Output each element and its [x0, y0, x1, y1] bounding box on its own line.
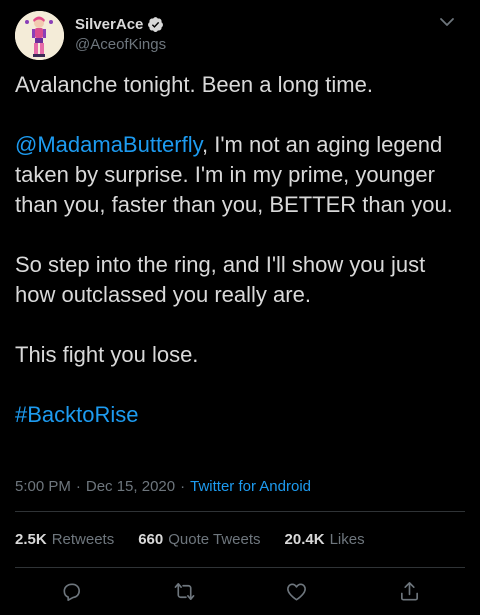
tweet-source[interactable]: Twitter for Android — [190, 478, 311, 495]
tweet-line-1: Avalanche tonight. Been a long time. — [15, 72, 373, 97]
quote-tweets-count: 660 — [138, 530, 164, 548]
tweet-stats: 2.5K Retweets 660 Quote Tweets 20.4K Lik… — [15, 528, 389, 550]
likes-count: 20.4K — [284, 530, 325, 548]
verified-badge-icon — [147, 16, 164, 33]
mention-link[interactable]: @MadamaButterfly — [15, 132, 202, 157]
tweet-paragraph-4: This fight you lose. — [15, 342, 199, 367]
hashtag-link[interactable]: #BacktoRise — [15, 402, 139, 427]
user-handle[interactable]: @AceofKings — [75, 36, 166, 53]
retweet-icon — [174, 582, 194, 600]
reply-button[interactable] — [53, 573, 89, 609]
chevron-down-icon[interactable] — [437, 12, 457, 32]
quote-tweets-stat[interactable]: 660 Quote Tweets — [138, 531, 260, 548]
tweet-paragraph-3: So step into the ring, and I'll show you… — [15, 252, 426, 307]
retweets-count: 2.5K — [15, 530, 47, 548]
tweet-card: SilverAce @AceofKings Avalanche tonight.… — [0, 0, 480, 615]
meta-separator: · — [75, 477, 81, 495]
retweets-stat[interactable]: 2.5K Retweets — [15, 531, 114, 548]
like-icon — [286, 582, 306, 600]
divider — [15, 567, 465, 568]
tweet-date[interactable]: Dec 15, 2020 — [86, 478, 175, 495]
retweets-label: Retweets — [51, 530, 115, 548]
tweet-actions — [0, 573, 480, 609]
meta-separator: · — [180, 477, 186, 495]
share-button[interactable] — [391, 573, 427, 609]
divider — [15, 511, 465, 512]
avatar-image — [15, 11, 64, 60]
retweet-button[interactable] — [166, 573, 202, 609]
author-name-row[interactable]: SilverAce — [75, 14, 164, 34]
display-name[interactable]: SilverAce — [75, 16, 143, 33]
likes-label: Likes — [329, 530, 365, 548]
reply-icon — [62, 582, 80, 601]
quote-tweets-label: Quote Tweets — [168, 530, 261, 548]
share-icon — [400, 581, 418, 600]
like-button[interactable] — [278, 573, 314, 609]
tweet-time[interactable]: 5:00 PM — [15, 478, 71, 495]
avatar[interactable] — [15, 11, 64, 60]
tweet-meta: 5:00 PM · Dec 15, 2020 · Twitter for And… — [15, 476, 311, 496]
likes-stat[interactable]: 20.4K Likes — [285, 531, 365, 548]
tweet-paragraph-2: @MadamaButterfly, I'm not an aging legen… — [15, 130, 470, 220]
tweet-text: Avalanche tonight. Been a long time. @Ma… — [15, 70, 470, 430]
